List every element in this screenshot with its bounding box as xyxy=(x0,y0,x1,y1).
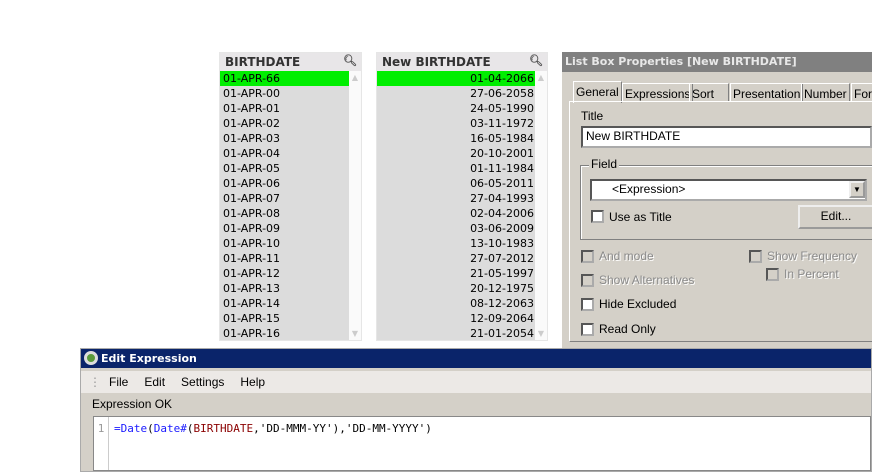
list-item[interactable]: 01-APR-11 xyxy=(220,251,351,266)
line-number: 1 xyxy=(94,417,109,470)
list-item[interactable]: 20-12-1975 xyxy=(377,281,537,296)
list-item[interactable]: 01-APR-66 xyxy=(220,71,351,86)
read-only-checkbox[interactable] xyxy=(581,323,594,336)
list-item[interactable]: 01-04-2066 xyxy=(377,71,537,86)
list-item[interactable]: 01-APR-16 xyxy=(220,326,351,341)
and-mode-label: And mode xyxy=(599,249,654,263)
window-title-bar: Edit Expression xyxy=(81,349,871,368)
code-token: Date# xyxy=(153,422,187,435)
field-label: Field xyxy=(589,157,620,171)
list-item[interactable]: 02-04-2006 xyxy=(377,206,537,221)
listbox-header: BIRTHDATE 🔍︎ xyxy=(220,53,361,71)
listbox-title: New BIRTHDATE xyxy=(382,55,491,69)
show-frequency-checkbox[interactable] xyxy=(749,250,762,263)
title-input[interactable]: New BIRTHDATE xyxy=(581,126,872,148)
list-item[interactable]: 27-07-2012 xyxy=(377,251,537,266)
list-item[interactable]: 01-APR-15 xyxy=(220,311,351,326)
menu-help[interactable]: Help xyxy=(240,375,265,389)
list-item[interactable]: 01-APR-02 xyxy=(220,116,351,131)
list-box-properties-dialog: List Box Properties [New BIRTHDATE] Gene… xyxy=(561,52,872,348)
listbox-title: BIRTHDATE xyxy=(225,55,301,69)
list-item[interactable]: 01-APR-00 xyxy=(220,86,351,101)
listbox-header: New BIRTHDATE 🔍︎ xyxy=(377,53,547,71)
in-percent-checkbox[interactable] xyxy=(766,268,779,281)
list-item[interactable]: 01-APR-06 xyxy=(220,176,351,191)
list-item[interactable]: 13-10-1983 xyxy=(377,236,537,251)
menu-file[interactable]: File xyxy=(109,375,128,389)
list-item[interactable]: 16-05-1984 xyxy=(377,131,537,146)
tab-page-general: Title New BIRTHDATE Field <Expression> ▼ … xyxy=(569,101,872,342)
list-item[interactable]: 27-04-1993 xyxy=(377,191,537,206)
edit-expression-window: Edit Expression ⋮ File Edit Settings Hel… xyxy=(80,348,872,472)
tab-presentation[interactable]: Presentation xyxy=(730,83,804,102)
tab-sort[interactable]: Sort xyxy=(689,83,729,102)
field-select[interactable]: <Expression> ▼ xyxy=(590,179,867,201)
list-item[interactable]: 01-APR-12 xyxy=(220,266,351,281)
list-item[interactable]: 03-06-2009 xyxy=(377,221,537,236)
scrollbar[interactable]: ▲ ▼ xyxy=(535,71,547,340)
qlikview-logo-icon xyxy=(84,351,98,365)
dialog-title: List Box Properties [New BIRTHDATE] xyxy=(562,52,872,72)
toolbar-grip-icon[interactable]: ⋮ xyxy=(89,375,101,389)
list-item[interactable]: 01-APR-04 xyxy=(220,146,351,161)
menu-settings[interactable]: Settings xyxy=(181,375,224,389)
use-as-title-label: Use as Title xyxy=(609,210,672,224)
field-group: Field <Expression> ▼ Use as Title Edit... xyxy=(580,157,872,240)
list-item[interactable]: 24-05-1990 xyxy=(377,101,537,116)
title-label: Title xyxy=(581,109,604,123)
chevron-down-icon[interactable]: ▼ xyxy=(849,181,865,198)
list-item[interactable]: 01-APR-08 xyxy=(220,206,351,221)
list-item[interactable]: 21-01-2054 xyxy=(377,326,537,341)
use-as-title-checkbox[interactable] xyxy=(591,210,604,223)
list-item[interactable]: 08-12-2063 xyxy=(377,296,537,311)
search-icon[interactable]: 🔍︎ xyxy=(529,54,543,67)
show-alternatives-checkbox[interactable] xyxy=(581,274,594,287)
list-item[interactable]: 01-APR-03 xyxy=(220,131,351,146)
tab-expressions[interactable]: Expressions xyxy=(622,83,694,102)
list-item[interactable]: 01-APR-13 xyxy=(220,281,351,296)
window-title: Edit Expression xyxy=(101,352,197,365)
listbox-birthdate: BIRTHDATE 🔍︎ 01-APR-66 01-APR-00 01-APR-01 0… xyxy=(219,52,362,341)
expression-editor[interactable]: 1 =Date(Date#(BIRTHDATE,'DD-MMM-YY'),'DD… xyxy=(93,416,871,471)
tab-number[interactable]: Number xyxy=(801,83,850,102)
in-percent-label: In Percent xyxy=(784,267,839,281)
listbox-new-birthdate: New BIRTHDATE 🔍︎ 01-04-2066 27-06-2058 24-0… xyxy=(376,52,548,341)
field-select-value: <Expression> xyxy=(612,182,686,196)
scrollbar[interactable]: ▲ ▼ xyxy=(349,71,361,340)
menu-bar: ⋮ File Edit Settings Help xyxy=(81,371,871,393)
code-token: ( xyxy=(147,422,154,435)
list-item[interactable]: 20-10-2001 xyxy=(377,146,537,161)
code-token: ,'DD-MMM-YY'),'DD-MM-YYYY') xyxy=(253,422,432,435)
menu-edit[interactable]: Edit xyxy=(144,375,165,389)
list-item[interactable]: 06-05-2011 xyxy=(377,176,537,191)
code-token: = xyxy=(114,422,121,435)
list-item[interactable]: 21-05-1997 xyxy=(377,266,537,281)
tab-general[interactable]: General xyxy=(573,81,622,103)
list-item[interactable]: 01-APR-01 xyxy=(220,101,351,116)
read-only-label: Read Only xyxy=(599,322,656,336)
code-token: Date xyxy=(120,422,148,435)
list-item[interactable]: 27-06-2058 xyxy=(377,86,537,101)
tab-bar: General Expressions Sort Presentation Nu… xyxy=(562,81,872,103)
show-frequency-label: Show Frequency xyxy=(767,249,858,263)
tab-font[interactable]: For xyxy=(851,83,872,102)
code-token: ( xyxy=(186,422,194,435)
expression-status: Expression OK xyxy=(92,397,173,411)
list-item[interactable]: 01-APR-07 xyxy=(220,191,351,206)
show-alternatives-label: Show Alternatives xyxy=(599,273,695,287)
expression-code: =Date(Date#(BIRTHDATE,'DD-MMM-YY'),'DD-M… xyxy=(114,422,432,435)
hide-excluded-label: Hide Excluded xyxy=(599,297,677,311)
search-icon[interactable]: 🔍︎ xyxy=(343,54,357,67)
and-mode-checkbox[interactable] xyxy=(581,250,594,263)
list-item[interactable]: 01-APR-10 xyxy=(220,236,351,251)
list-item[interactable]: 03-11-1972 xyxy=(377,116,537,131)
list-item[interactable]: 01-APR-09 xyxy=(220,221,351,236)
code-token: BIRTHDATE xyxy=(193,422,254,435)
list-item[interactable]: 01-APR-05 xyxy=(220,161,351,176)
hide-excluded-checkbox[interactable] xyxy=(581,298,594,311)
list-item[interactable]: 01-11-1984 xyxy=(377,161,537,176)
edit-button[interactable]: Edit... xyxy=(798,205,872,229)
list-item[interactable]: 12-09-2064 xyxy=(377,311,537,326)
list-item[interactable]: 01-APR-14 xyxy=(220,296,351,311)
